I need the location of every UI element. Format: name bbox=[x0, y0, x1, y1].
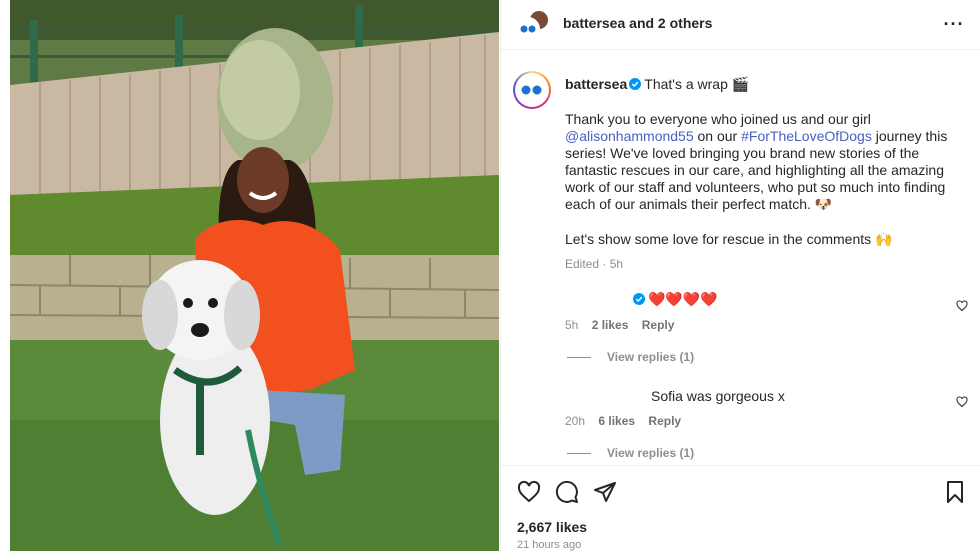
replies-divider bbox=[567, 452, 591, 454]
paw-logo-icon bbox=[520, 25, 536, 33]
likes-count[interactable]: 2,667 likes bbox=[517, 519, 587, 535]
comment-body: ❤️❤️❤️❤️ bbox=[648, 291, 718, 307]
header-accounts[interactable]: battersea and 2 others bbox=[563, 15, 712, 31]
avatar[interactable] bbox=[513, 71, 551, 109]
post-timestamp[interactable]: 21 hours ago bbox=[517, 539, 581, 551]
comment-item: Sofia was gorgeous x 20h 6 likes Reply bbox=[565, 388, 965, 428]
photo-scene bbox=[10, 0, 499, 551]
caption-headline: That's a wrap 🎬 bbox=[644, 76, 750, 92]
caption-paragraph: Thank you to everyone who joined us and … bbox=[565, 111, 975, 213]
heart-icon[interactable] bbox=[517, 480, 541, 504]
header-username[interactable]: battersea bbox=[563, 15, 625, 31]
comment-meta: 20h 6 likes Reply bbox=[565, 414, 965, 428]
reply-button[interactable]: Reply bbox=[642, 318, 675, 332]
caption-paragraph: Let's show some love for rescue in the c… bbox=[565, 231, 975, 248]
share-icon[interactable] bbox=[593, 480, 617, 504]
comment-likes[interactable]: 6 likes bbox=[598, 414, 635, 428]
reply-button[interactable]: Reply bbox=[648, 414, 681, 428]
avatar[interactable] bbox=[516, 17, 540, 41]
verified-badge-icon bbox=[629, 78, 642, 90]
hashtag-link[interactable]: #ForTheLoveOfDogs bbox=[741, 128, 872, 144]
comment-icon[interactable] bbox=[555, 480, 579, 504]
comment-item: ❤️❤️❤️❤️ 5h 2 likes Reply bbox=[565, 291, 965, 332]
post-actions: 2,667 likes 21 hours ago bbox=[501, 465, 980, 551]
caption-username[interactable]: battersea bbox=[565, 76, 627, 92]
caption-headline-row: battersea That's a wrap 🎬 bbox=[565, 76, 975, 93]
comment-text: ❤️❤️❤️❤️ bbox=[565, 291, 965, 308]
bookmark-icon[interactable] bbox=[943, 480, 967, 504]
verified-badge-icon bbox=[633, 293, 645, 305]
comment-like-heart-icon[interactable] bbox=[956, 300, 968, 312]
caption-text: Thank you to everyone who joined us and … bbox=[565, 111, 871, 127]
comment-likes[interactable]: 2 likes bbox=[592, 318, 629, 332]
caption-text: Let's show some love for rescue in the c… bbox=[565, 231, 893, 247]
comment-time: 20h bbox=[565, 414, 586, 428]
comment-time: 5h bbox=[565, 318, 579, 332]
view-replies-label: View replies (1) bbox=[607, 350, 695, 364]
caption-text: on our bbox=[693, 128, 742, 144]
view-replies-label: View replies (1) bbox=[607, 446, 695, 460]
comment-body: Sofia was gorgeous x bbox=[651, 388, 785, 404]
more-options-button[interactable]: ··· bbox=[942, 14, 966, 34]
comment-like-heart-icon[interactable] bbox=[956, 396, 968, 408]
more-icon: ··· bbox=[943, 13, 965, 34]
mention-link[interactable]: @alisonhammond55 bbox=[565, 128, 694, 144]
caption-body: battersea That's a wrap 🎬 Thank you to ev… bbox=[565, 76, 975, 273]
replies-divider bbox=[567, 356, 591, 358]
collab-avatars[interactable] bbox=[516, 9, 550, 41]
comment-meta: 5h 2 likes Reply bbox=[565, 318, 965, 332]
post-header: battersea and 2 others ··· bbox=[501, 0, 980, 50]
view-replies-button[interactable]: View replies (1) bbox=[567, 446, 694, 460]
caption-meta: Edited · 5h bbox=[565, 257, 624, 271]
paw-logo-icon bbox=[521, 85, 542, 95]
header-others[interactable]: and 2 others bbox=[629, 15, 712, 31]
view-replies-button[interactable]: View replies (1) bbox=[567, 350, 694, 364]
post-photo bbox=[10, 0, 499, 551]
post-details-panel: battersea and 2 others ··· battersea That… bbox=[500, 0, 980, 551]
comment-text: Sofia was gorgeous x bbox=[565, 388, 965, 404]
